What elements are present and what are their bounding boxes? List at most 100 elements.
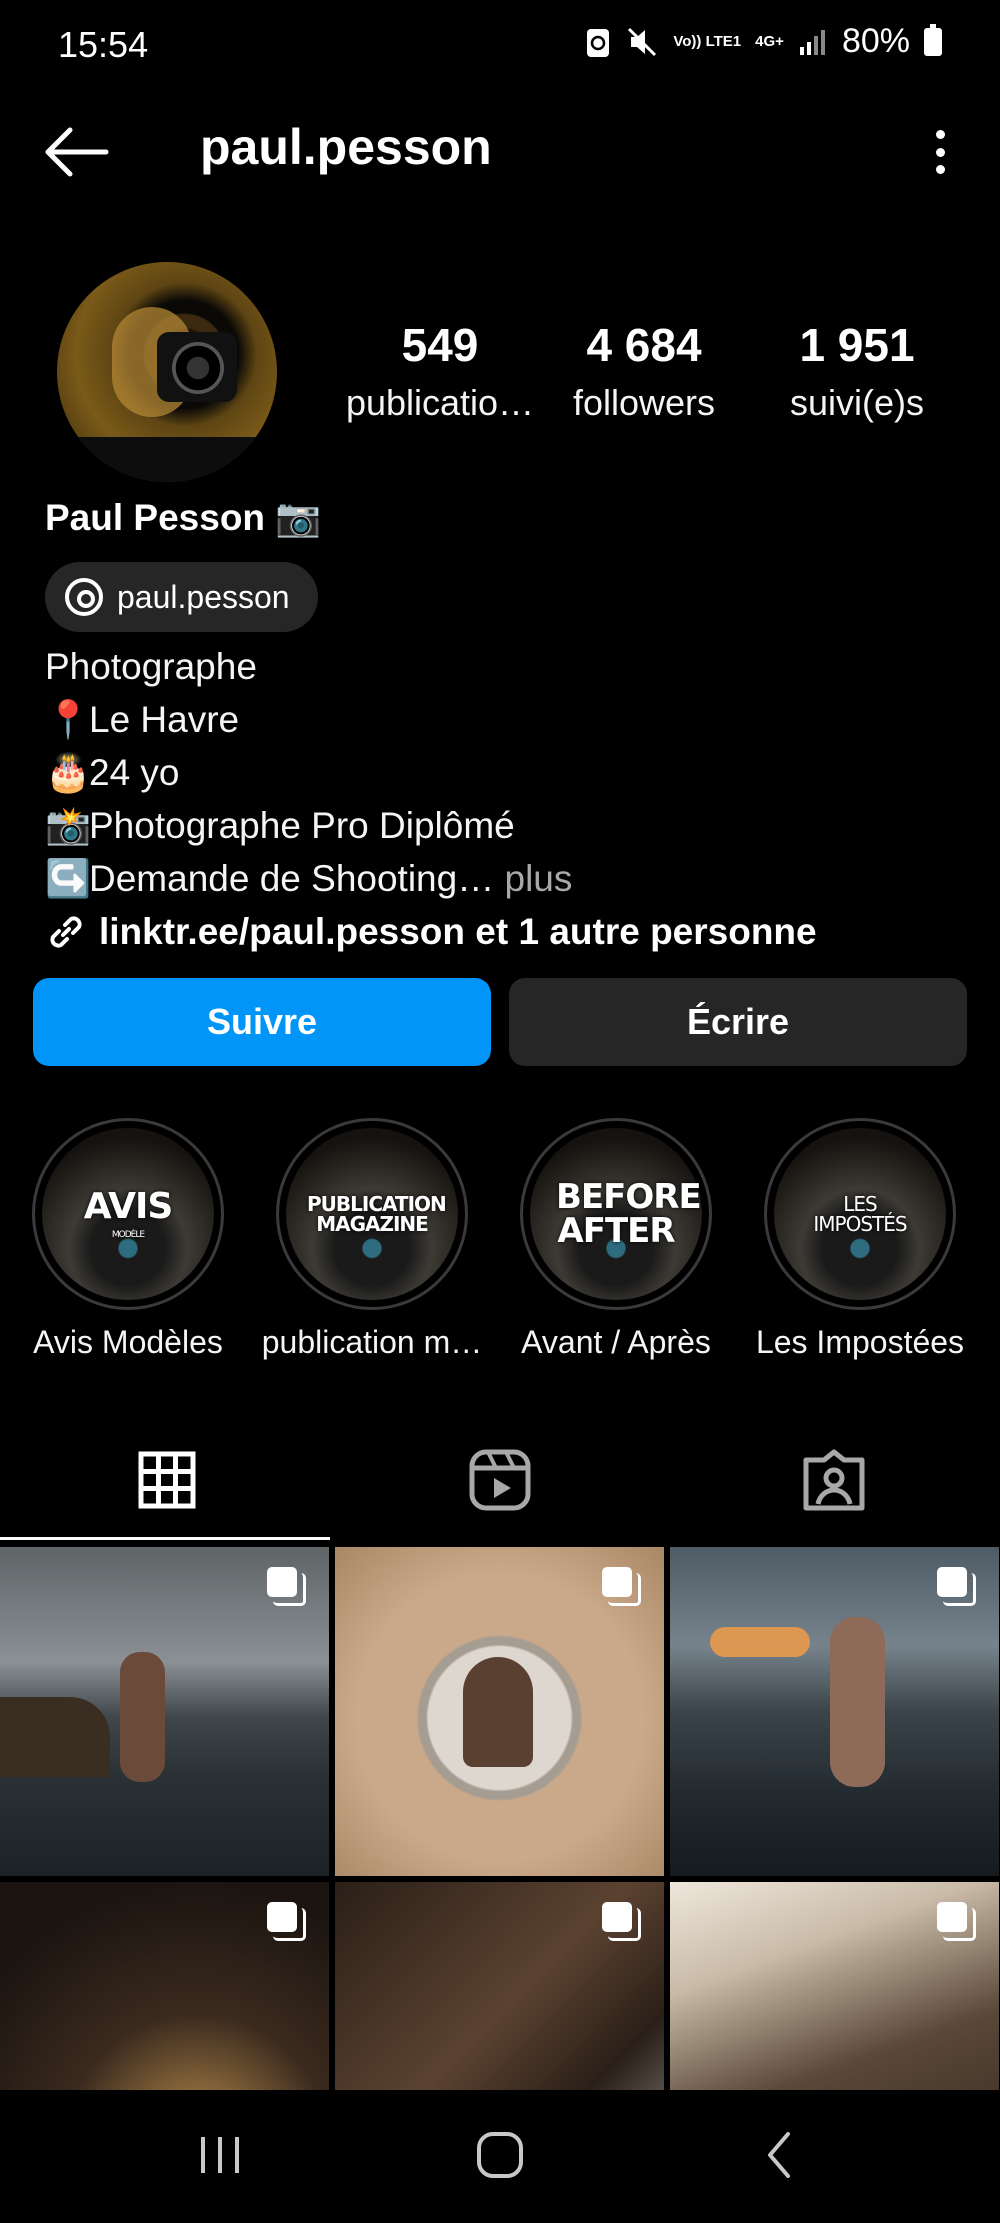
carousel-icon (602, 1902, 642, 1942)
bio-line-text: Le Havre (89, 699, 240, 740)
carousel-icon (267, 1902, 307, 1942)
story-highlights: AVIS MODÈLE Avis Modèles PUBLICATION MAG… (0, 1118, 1000, 1368)
highlight-cover-text: LES IMPOSTÉS (813, 1192, 907, 1236)
highlight-item[interactable]: BEFORE AFTER Avant / Après (496, 1118, 736, 1361)
status-bar: 15:54 Vo)) LTE1 4G+ 80% (0, 0, 1000, 92)
stat-followers[interactable]: 4 684 followers (534, 318, 754, 424)
signal-icon (799, 29, 825, 55)
avatar-shirt (77, 437, 277, 482)
threads-icon (65, 578, 103, 616)
stat-following[interactable]: 1 951 suivi(e)s (747, 318, 967, 424)
bio-line: 🎂24 yo (45, 746, 975, 799)
username-title: paul.pesson (200, 119, 492, 175)
home-button[interactable] (440, 2120, 560, 2190)
cake-emoji: 🎂 (45, 752, 92, 793)
highlight-ring: PUBLICATION MAGAZINE (276, 1118, 468, 1310)
stat-value: 4 684 (586, 319, 702, 371)
battery-icon (924, 23, 942, 56)
stat-value: 549 (401, 319, 479, 371)
threads-handle: paul.pesson (117, 578, 290, 615)
highlight-cover: LES IMPOSTÉS (774, 1128, 946, 1300)
profile-bio: Paul Pesson 📷 paul.pesson Photographe 📍L… (45, 490, 975, 958)
post-thumbnail[interactable] (335, 1547, 664, 1876)
profile-tabs (0, 1420, 1000, 1540)
pin-emoji: 📍 (45, 699, 92, 740)
carousel-icon (937, 1567, 977, 1607)
highlight-cover: AVIS MODÈLE (42, 1128, 214, 1300)
post-thumbnail[interactable] (0, 1547, 329, 1876)
camera-emoji: 📷 (275, 496, 322, 538)
highlight-cover-text: PUBLICATION MAGAZINE (307, 1192, 447, 1236)
highlight-label: Avis Modèles (33, 1324, 223, 1360)
more-options-button[interactable] (920, 120, 960, 184)
stat-posts[interactable]: 549 publicatio… (330, 318, 550, 424)
highlight-cover: BEFORE AFTER (530, 1128, 702, 1300)
chevron-left-icon (768, 2132, 790, 2178)
thumb-shape (120, 1652, 165, 1782)
thumb-shape (0, 1697, 110, 1777)
bio-more-link[interactable]: plus (505, 858, 573, 899)
carousel-icon (602, 1567, 642, 1607)
highlight-cover: PUBLICATION MAGAZINE (286, 1128, 458, 1300)
tab-reels[interactable] (333, 1420, 666, 1540)
bio-line-text: Photographe (45, 646, 257, 687)
threads-badge[interactable]: paul.pesson (45, 562, 318, 632)
post-thumbnail[interactable] (670, 1882, 999, 2090)
reels-icon (469, 1449, 530, 1511)
highlight-item[interactable]: PUBLICATION MAGAZINE publication m… (252, 1118, 492, 1361)
stat-value: 1 951 (799, 319, 915, 371)
stat-label: publicatio… (345, 382, 535, 423)
bio-line: 📸Photographe Pro Diplômé (45, 799, 975, 852)
bio-line: 📍Le Havre (45, 693, 975, 746)
carousel-icon (937, 1902, 977, 1942)
recents-icon (201, 2137, 239, 2173)
mute-icon (628, 27, 657, 56)
post-thumbnail[interactable] (0, 1882, 329, 2090)
thumb-shape (830, 1617, 885, 1787)
thumb-shape (463, 1657, 533, 1767)
bio-line-text: Photographe Pro Diplômé (89, 805, 515, 846)
profile-avatar[interactable] (57, 262, 277, 482)
carousel-icon (267, 1567, 307, 1607)
highlight-item[interactable]: AVIS MODÈLE Avis Modèles (8, 1118, 248, 1361)
highlight-ring: LES IMPOSTÉS (764, 1118, 956, 1310)
highlight-ring: BEFORE AFTER (520, 1118, 712, 1310)
profile-actions: Suivre Écrire (33, 978, 967, 1066)
stat-label: followers (572, 382, 716, 423)
bio-line[interactable]: ↪️Demande de Shooting… plus (45, 852, 975, 905)
highlight-cover-sub: MODÈLE (111, 1229, 145, 1240)
tab-tagged[interactable] (667, 1420, 1000, 1540)
highlight-ring: AVIS MODÈLE (32, 1118, 224, 1310)
tagged-icon (803, 1449, 864, 1511)
arrow-emoji: ↪️ (45, 858, 92, 899)
system-nav-bar (0, 2090, 1000, 2223)
network-volte: Vo)) LTE1 (673, 33, 742, 50)
active-tab-indicator (0, 1537, 330, 1540)
follow-button[interactable]: Suivre (33, 978, 491, 1066)
post-thumbnail[interactable] (670, 1547, 999, 1876)
battery-percent: 80% (841, 22, 910, 60)
highlight-cover-text: AVIS (83, 1185, 174, 1227)
tab-posts-grid[interactable] (0, 1420, 333, 1540)
message-button[interactable]: Écrire (509, 978, 967, 1066)
recents-button[interactable] (160, 2120, 280, 2190)
highlight-item[interactable]: LES IMPOSTÉS Les Impostées (740, 1118, 980, 1361)
external-link[interactable]: linktr.ee/paul.pesson et 1 autre personn… (45, 905, 975, 958)
camera-flash-emoji: 📸 (45, 805, 92, 846)
back-button[interactable] (40, 122, 112, 182)
highlight-label: Les Impostées (755, 1324, 965, 1360)
thumb-shape (710, 1627, 810, 1657)
display-name: Paul Pesson 📷 (45, 490, 975, 546)
bio-line-text: Demande de Shooting… (89, 858, 495, 899)
link-icon (50, 915, 82, 948)
highlight-label: Avant / Après (521, 1324, 711, 1360)
post-thumbnail[interactable] (335, 1882, 664, 2090)
bio-text: Photographe 📍Le Havre 🎂24 yo 📸Photograph… (45, 640, 975, 958)
battery-saver-icon (587, 28, 610, 57)
display-name-text: Paul Pesson (45, 497, 266, 538)
back-nav-button[interactable] (720, 2120, 840, 2190)
stat-label: suivi(e)s (789, 382, 924, 423)
arrow-left-icon (45, 127, 109, 177)
home-icon (477, 2132, 523, 2178)
posts-grid (0, 1547, 1000, 2090)
